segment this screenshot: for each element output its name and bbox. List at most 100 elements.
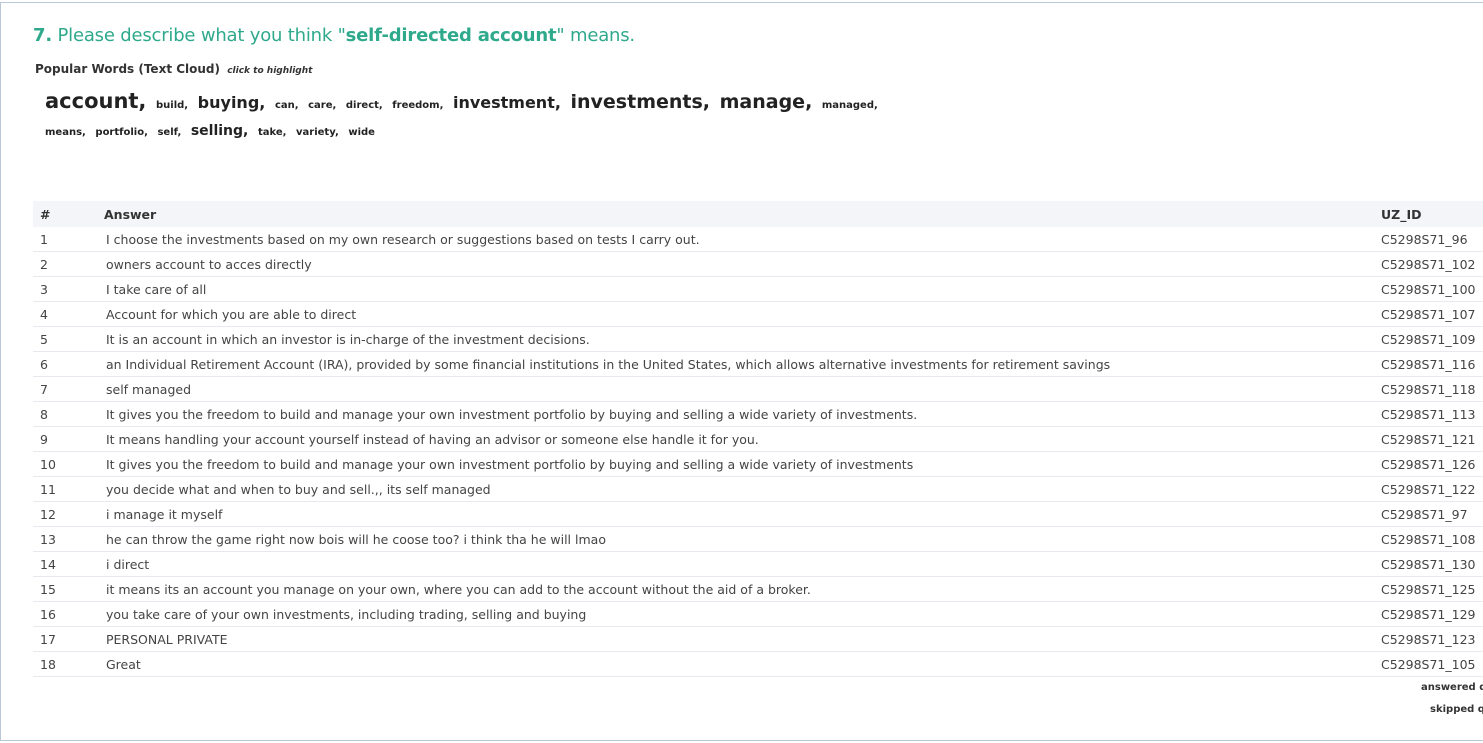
table-row: 8 It gives you the freedom to build and m…	[33, 401, 1483, 427]
table-row: 7 self managed C5298S71_118	[33, 376, 1483, 402]
row-uz-id: C5298S71_129	[1381, 601, 1483, 627]
row-answer: an Individual Retirement Account (IRA), …	[104, 351, 1381, 377]
row-answer: It is an account in which an investor is…	[104, 326, 1381, 352]
cloud-word[interactable]: can,	[275, 100, 299, 111]
skipped-questions-label: skipped qu	[1430, 704, 1483, 715]
row-uz-id: C5298S71_113	[1381, 401, 1483, 427]
table-row: 4 Account for which you are able to direc…	[33, 301, 1483, 327]
row-uz-id: C5298S71_116	[1381, 351, 1483, 377]
row-answer: he can throw the game right now bois wil…	[104, 526, 1381, 552]
row-number: 4	[33, 301, 104, 327]
cloud-word[interactable]: investments,	[571, 91, 711, 113]
text-cloud: account, build, buying, can, care, direc…	[45, 89, 915, 145]
row-uz-id: C5298S71_121	[1381, 426, 1483, 452]
row-answer: It means handling your account yourself …	[104, 426, 1381, 452]
row-number: 16	[33, 601, 104, 627]
cloud-word[interactable]: portfolio,	[95, 127, 148, 138]
question-text-before: Please describe what you think "	[51, 25, 346, 46]
row-number: 7	[33, 376, 104, 402]
row-answer: you take care of your own investments, i…	[104, 601, 1381, 627]
popular-words-hint: click to highlight	[227, 66, 313, 76]
row-number: 18	[33, 651, 104, 677]
cloud-word[interactable]: freedom,	[392, 100, 443, 111]
table-row: 2 owners account to acces directly C5298S7…	[33, 251, 1483, 277]
row-uz-id: C5298S71_125	[1381, 576, 1483, 602]
row-number: 14	[33, 551, 104, 577]
answered-questions-label: answered qu	[1421, 682, 1483, 693]
row-uz-id: C5298S71_108	[1381, 526, 1483, 552]
question-number: 7.	[33, 25, 52, 46]
table-row: 12 i manage it myself C5298S71_97	[33, 501, 1483, 527]
row-uz-id: C5298S71_123	[1381, 626, 1483, 652]
row-uz-id: C5298S71_122	[1381, 476, 1483, 502]
row-uz-id: C5298S71_97	[1381, 501, 1483, 527]
row-number: 3	[33, 276, 104, 302]
table-row: 5 It is an account in which an investor i…	[33, 326, 1483, 352]
row-uz-id: C5298S71_126	[1381, 451, 1483, 477]
column-header-num[interactable]: #	[33, 201, 104, 227]
cloud-word[interactable]: investment,	[453, 93, 561, 112]
question-panel: 7. Please describe what you think "self-…	[0, 2, 1483, 741]
row-answer: it means its an account you manage on yo…	[104, 576, 1381, 602]
row-answer: i direct	[104, 551, 1381, 577]
row-answer: I choose the investments based on my own…	[104, 227, 1381, 252]
column-header-answer[interactable]: Answer	[104, 201, 1381, 227]
cloud-word[interactable]: direct,	[346, 100, 383, 111]
row-number: 1	[33, 227, 104, 252]
table-row: 17 PERSONAL PRIVATE C5298S71_123	[33, 626, 1483, 652]
row-uz-id: C5298S71_130	[1381, 551, 1483, 577]
row-answer: It gives you the freedom to build and ma…	[104, 451, 1381, 477]
cloud-word[interactable]: manage,	[720, 91, 813, 113]
popular-words-heading: Popular Words (Text Cloud) click to high…	[35, 62, 312, 76]
table-row: 9 It means handling your account yourself…	[33, 426, 1483, 452]
cloud-word[interactable]: means,	[45, 127, 86, 138]
table-row: 14 i direct C5298S71_130	[33, 551, 1483, 577]
cloud-word[interactable]: buying,	[198, 93, 266, 112]
table-row: 15 it means its an account you manage on …	[33, 576, 1483, 602]
popular-words-title: Popular Words (Text Cloud)	[35, 62, 221, 76]
row-answer: It gives you the freedom to build and ma…	[104, 401, 1381, 427]
row-answer: i manage it myself	[104, 501, 1381, 527]
row-answer: Account for which you are able to direct	[104, 301, 1381, 327]
row-uz-id: C5298S71_109	[1381, 326, 1483, 352]
table-row: 10 It gives you the freedom to build and …	[33, 451, 1483, 477]
cloud-word[interactable]: wide	[348, 127, 375, 138]
row-number: 6	[33, 351, 104, 377]
table-row: 13 he can throw the game right now bois w…	[33, 526, 1483, 552]
row-number: 13	[33, 526, 104, 552]
cloud-word[interactable]: account,	[45, 89, 146, 113]
cloud-word[interactable]: managed,	[822, 100, 878, 111]
row-uz-id: C5298S71_100	[1381, 276, 1483, 302]
cloud-word[interactable]: variety,	[296, 127, 339, 138]
table-row: 18 Great C5298S71_105	[33, 651, 1483, 677]
row-uz-id: C5298S71_96	[1381, 227, 1483, 252]
row-answer: self managed	[104, 376, 1381, 402]
cloud-word[interactable]: build,	[156, 100, 188, 111]
row-uz-id: C5298S71_102	[1381, 251, 1483, 277]
cloud-word[interactable]: take,	[258, 127, 287, 138]
answers-table: # Answer UZ_ID 1I choose the investments…	[33, 201, 1483, 677]
table-row: 11 you decide what and when to buy and se…	[33, 476, 1483, 502]
row-uz-id: C5298S71_105	[1381, 651, 1483, 677]
row-number: 8	[33, 401, 104, 427]
question-text-bold: self-directed account	[345, 25, 557, 46]
cloud-word[interactable]: selling,	[191, 123, 249, 139]
table-row: 3I take care of all C5298S71_100	[33, 276, 1483, 302]
row-uz-id: C5298S71_118	[1381, 376, 1483, 402]
row-number: 10	[33, 451, 104, 477]
row-number: 17	[33, 626, 104, 652]
row-number: 5	[33, 326, 104, 352]
cloud-word[interactable]: self,	[157, 127, 181, 138]
question-text-after: " means.	[556, 25, 635, 46]
column-header-uz-id[interactable]: UZ_ID	[1381, 201, 1483, 227]
row-answer: you decide what and when to buy and sell…	[104, 476, 1381, 502]
cloud-word[interactable]: care,	[308, 100, 336, 111]
question-title: 7. Please describe what you think "self-…	[33, 25, 635, 46]
row-answer: owners account to acces directly	[104, 251, 1381, 277]
row-answer: I take care of all	[104, 276, 1381, 302]
row-answer: Great	[104, 651, 1381, 677]
row-number: 12	[33, 501, 104, 527]
row-number: 15	[33, 576, 104, 602]
table-header-row: # Answer UZ_ID	[33, 201, 1483, 227]
table-row: 16 you take care of your own investments,…	[33, 601, 1483, 627]
